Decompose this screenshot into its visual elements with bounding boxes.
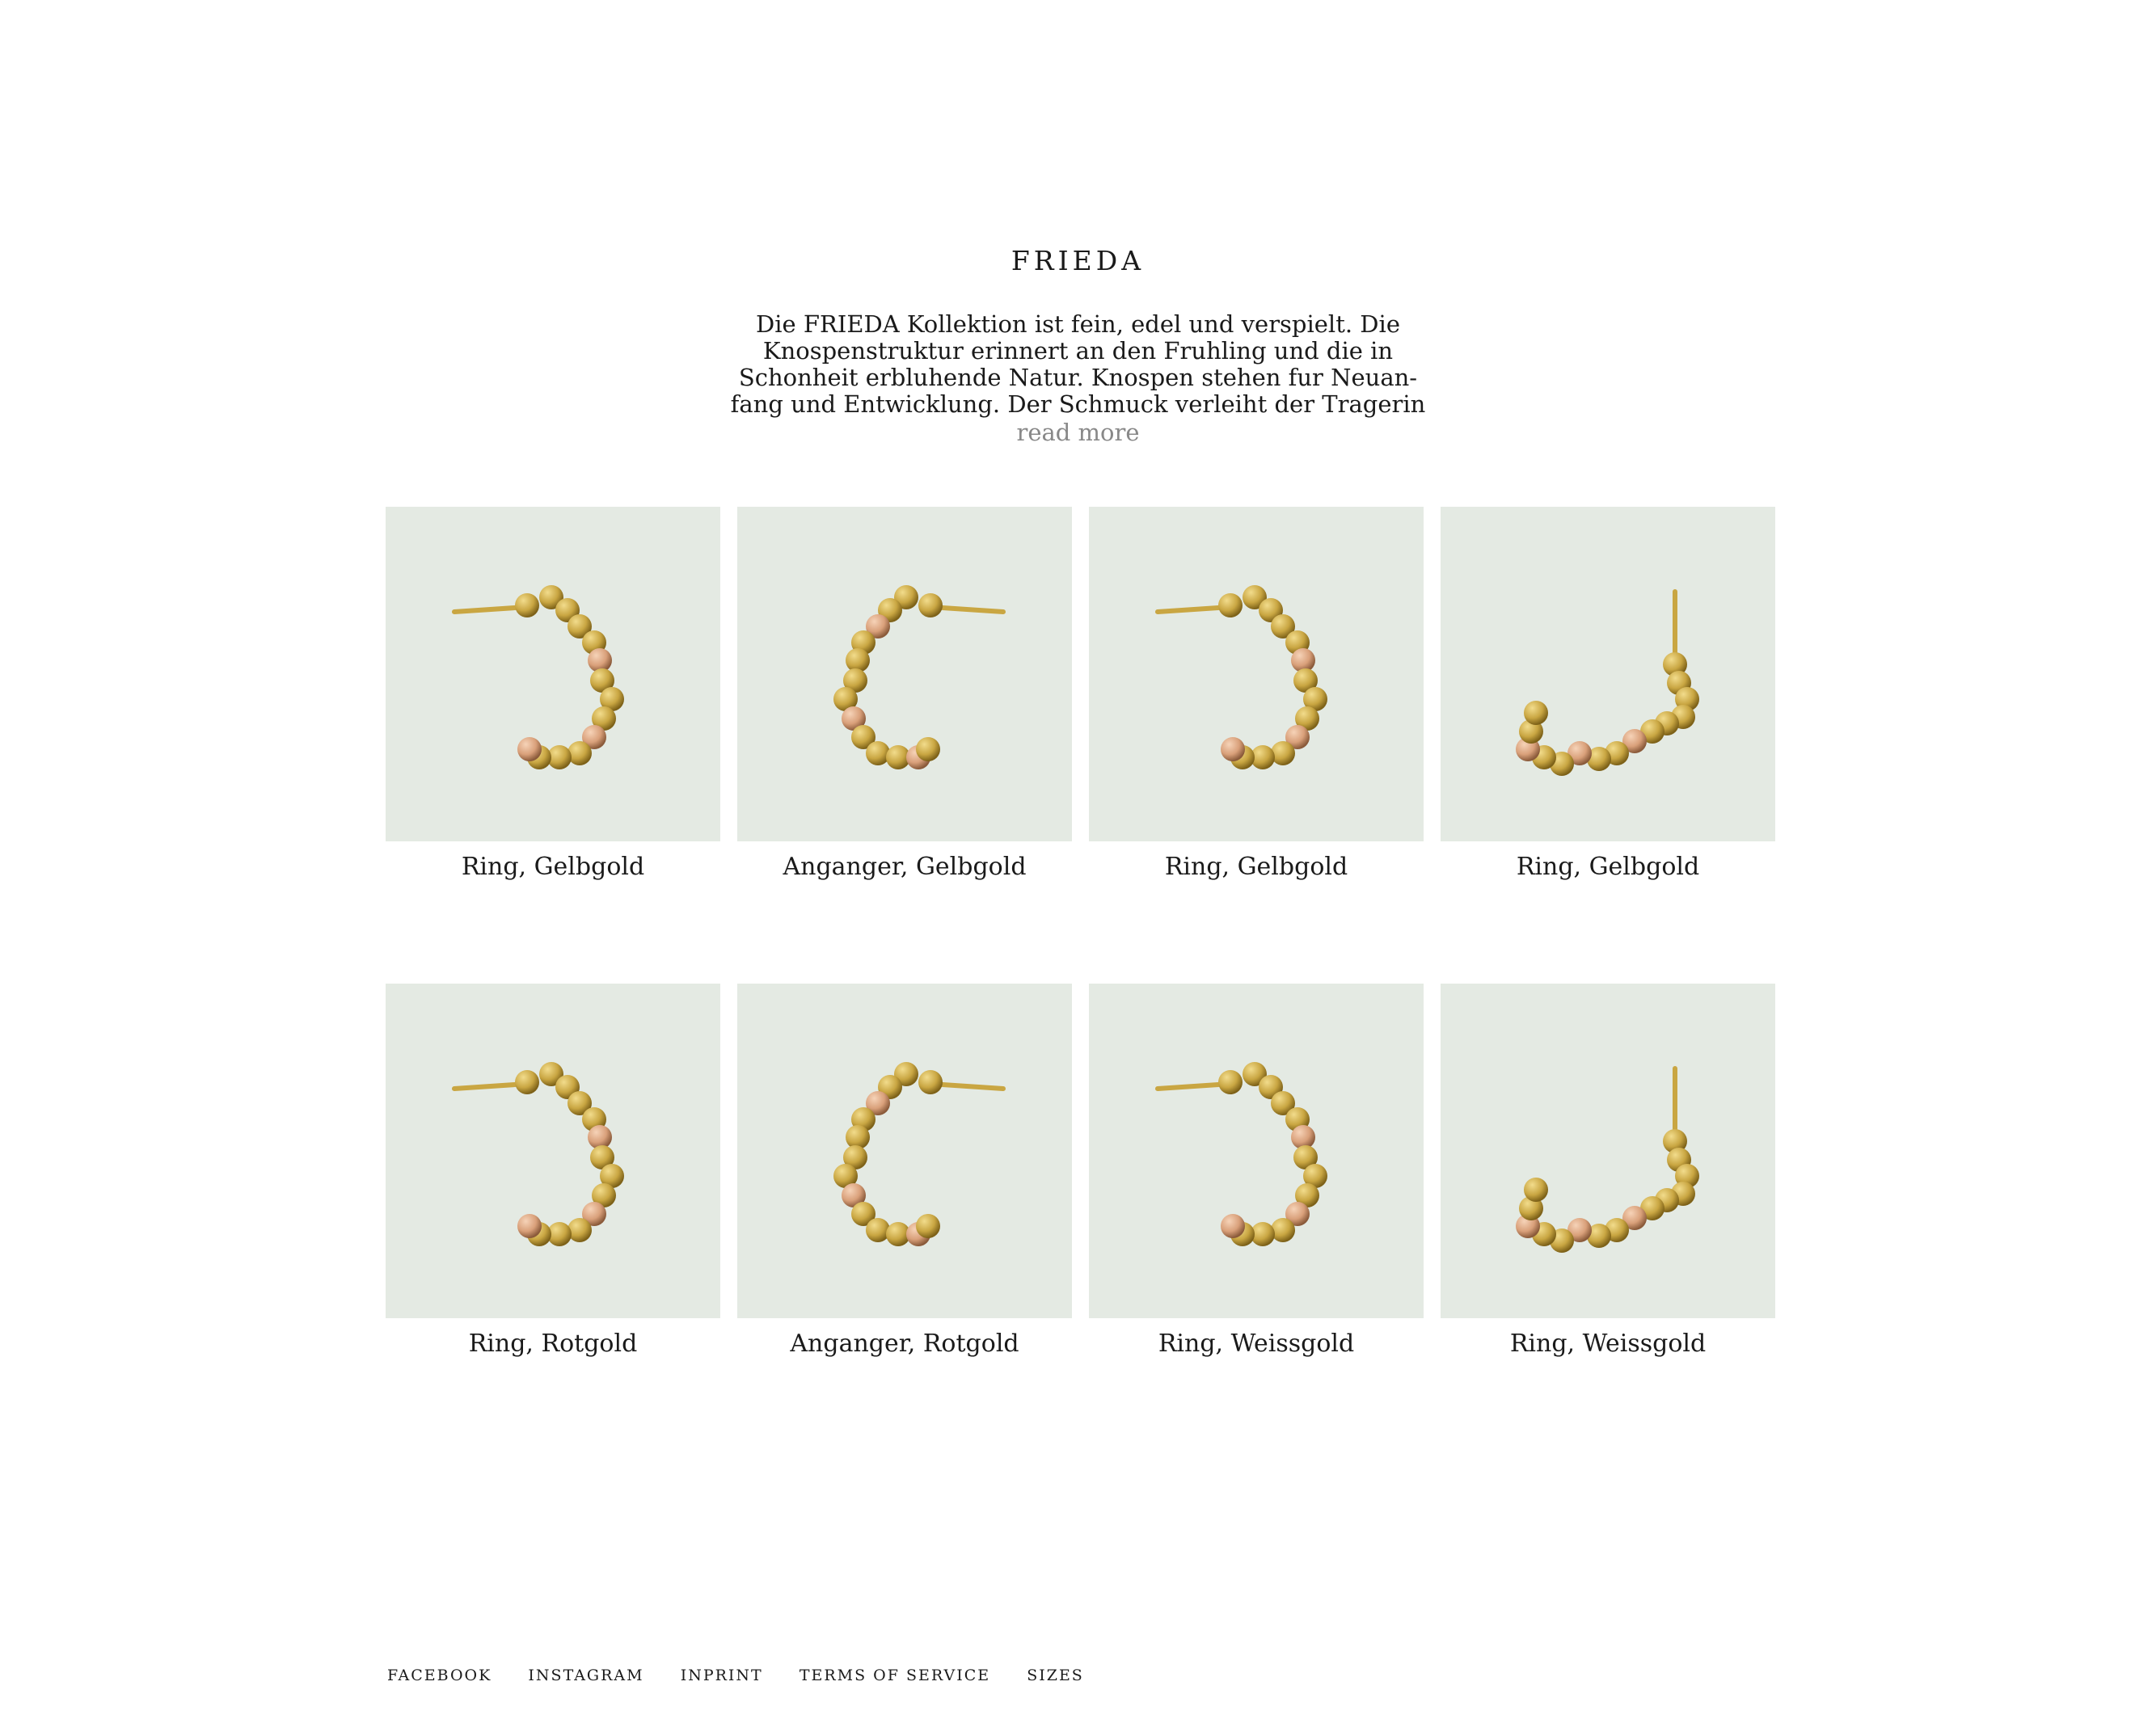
hoop-earring-front-icon: [1516, 1066, 1699, 1253]
product-image[interactable]: [737, 507, 1072, 841]
earring-bead: [918, 1070, 943, 1094]
hoop-earring-mirrored-icon: [833, 1062, 1006, 1246]
hoop-earring-side-icon: [452, 1062, 624, 1246]
hoop-earring-side-icon: [452, 585, 624, 769]
earring-bead: [567, 1218, 592, 1242]
earring-post: [452, 605, 517, 614]
product-name[interactable]: Ring, Gelbgold: [386, 853, 720, 881]
collection-intro: Die FRIEDA Kollektion ist fein, edel und…: [730, 310, 1426, 418]
earring-post: [1155, 605, 1221, 614]
collection-title: FRIEDA: [1010, 245, 1146, 276]
earring-bead: [866, 1218, 890, 1242]
read-more-link[interactable]: read more: [0, 419, 2156, 446]
earring-bead: [517, 737, 542, 761]
hoop-earring-side-icon: [1155, 1062, 1327, 1246]
product-name[interactable]: Ring, Rotgold: [386, 1330, 720, 1358]
earring-bead: [916, 737, 940, 761]
footer-nav: FACEBOOK INSTAGRAM INPRINT TERMS OF SERV…: [387, 1667, 1116, 1684]
earring-bead: [1524, 701, 1548, 725]
earring-bead: [866, 741, 890, 765]
earring-bead: [1218, 1070, 1243, 1094]
earring-bead: [916, 1214, 940, 1238]
earring-bead: [1218, 593, 1243, 617]
product-name[interactable]: Ring, Weissgold: [1089, 1330, 1424, 1358]
earring-bead: [515, 593, 539, 617]
product-name[interactable]: Anganger, Gelbgold: [737, 853, 1072, 881]
footer-link-sizes[interactable]: SIZES: [1027, 1667, 1084, 1684]
product-image[interactable]: [1441, 507, 1775, 841]
earring-bead: [918, 593, 943, 617]
product-name[interactable]: Ring, Gelbgold: [1441, 853, 1775, 881]
earring-bead: [515, 1070, 539, 1094]
product-image[interactable]: [386, 984, 720, 1318]
earring-post: [940, 605, 1006, 614]
earring-bead: [1221, 737, 1245, 761]
product-name[interactable]: Ring, Gelbgold: [1089, 853, 1424, 881]
hoop-earring-side-icon: [1155, 585, 1327, 769]
product-image[interactable]: [1089, 984, 1424, 1318]
product-name[interactable]: Ring, Weissgold: [1441, 1330, 1775, 1358]
earring-bead: [1271, 741, 1295, 765]
product-name[interactable]: Anganger, Rotgold: [737, 1330, 1072, 1358]
earring-bead: [1221, 1214, 1245, 1238]
earring-bead: [1524, 1178, 1548, 1202]
earring-post: [1155, 1082, 1221, 1091]
footer-link-terms[interactable]: TERMS OF SERVICE: [800, 1667, 990, 1684]
earring-bead: [1271, 1218, 1295, 1242]
earring-bead: [567, 741, 592, 765]
product-image[interactable]: [1441, 984, 1775, 1318]
hoop-earring-front-icon: [1516, 589, 1699, 776]
footer-link-facebook[interactable]: FACEBOOK: [387, 1667, 492, 1684]
footer-link-instagram[interactable]: INSTAGRAM: [528, 1667, 643, 1684]
earring-post: [452, 1082, 517, 1091]
hoop-earring-mirrored-icon: [833, 585, 1006, 769]
product-image[interactable]: [737, 984, 1072, 1318]
footer-link-inprint[interactable]: INPRINT: [681, 1667, 763, 1684]
product-image[interactable]: [386, 507, 720, 841]
product-image[interactable]: [1089, 507, 1424, 841]
earring-post: [940, 1082, 1006, 1091]
earring-bead: [517, 1214, 542, 1238]
